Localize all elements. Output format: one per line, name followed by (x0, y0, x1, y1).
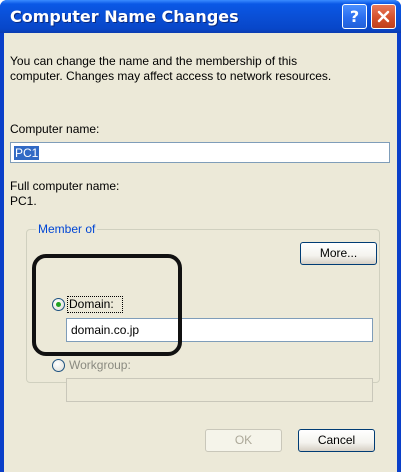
computer-name-input[interactable]: PC1 (10, 142, 390, 163)
workgroup-input[interactable] (66, 378, 373, 402)
highlight-annotation (32, 254, 182, 356)
close-icon (377, 10, 390, 23)
full-name-label: Full computer name: (10, 179, 120, 193)
workgroup-label[interactable]: Workgroup: (69, 358, 131, 373)
member-of-legend: Member of (36, 222, 98, 237)
help-icon: ? (349, 7, 360, 26)
computer-name-label: Computer name: (10, 122, 100, 136)
workgroup-radio[interactable] (52, 359, 65, 372)
ok-button[interactable]: OK (205, 429, 282, 452)
description-line-2: computer. Changes may affect access to n… (10, 69, 332, 83)
window-title: Computer Name Changes (10, 7, 239, 26)
description-line-1: You can change the name and the membersh… (10, 54, 298, 68)
close-button[interactable] (371, 4, 396, 29)
dialog-window: Computer Name Changes ? You can change t… (0, 0, 401, 472)
computer-name-value: PC1 (14, 146, 40, 160)
cancel-button[interactable]: Cancel (298, 429, 375, 452)
title-bar[interactable]: Computer Name Changes ? (0, 0, 401, 33)
help-button[interactable]: ? (342, 4, 367, 29)
full-name-value: PC1. (10, 194, 37, 208)
